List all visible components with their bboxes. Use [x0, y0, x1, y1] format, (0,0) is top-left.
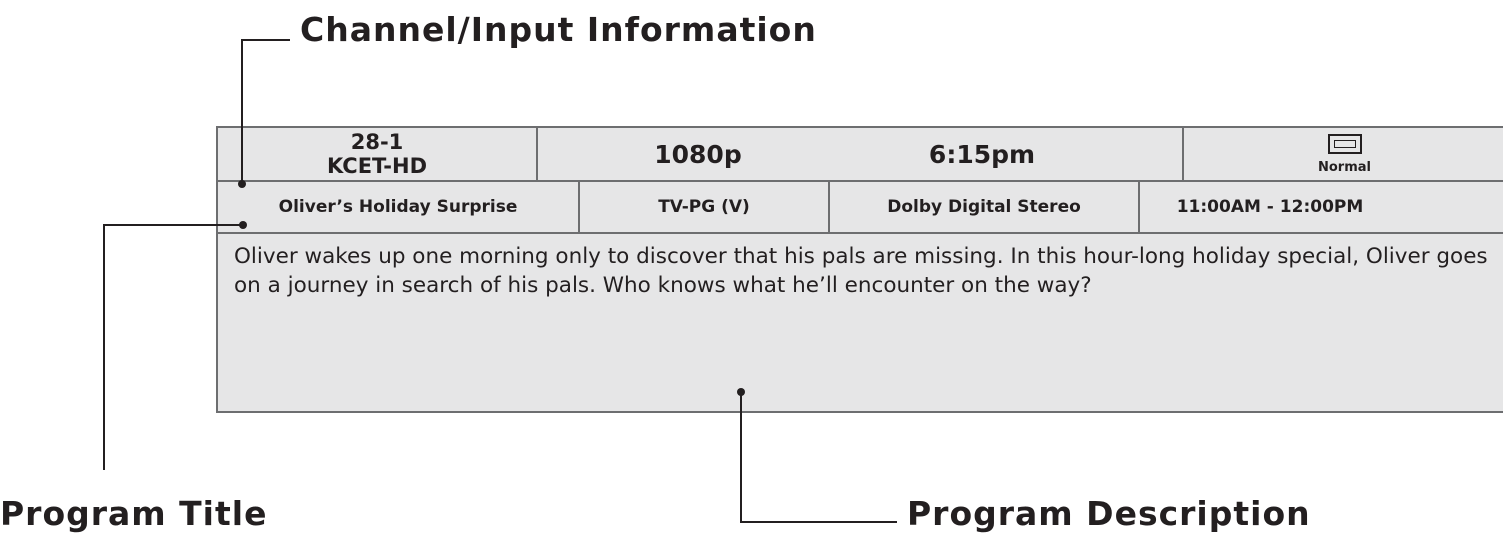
program-description-text: Oliver wakes up one morning only to disc… — [234, 244, 1488, 298]
channel-callout-line — [241, 39, 290, 41]
channel-cell: 28-1 KCET-HD — [218, 128, 536, 180]
time-slot-text: 11:00AM - 12:00PM — [1176, 197, 1364, 217]
description-callout-dot — [737, 388, 745, 396]
channel-callout-dot — [238, 180, 246, 188]
rating-text: TV-PG (V) — [658, 197, 750, 217]
channel-input-callout-label: Channel/Input Information — [300, 10, 817, 49]
description-callout-line — [740, 393, 742, 523]
current-time-text: 6:15pm — [928, 139, 1036, 169]
program-title-callout-label: Program Title — [0, 494, 268, 533]
program-info-row: Oliver’s Holiday Surprise TV-PG (V) Dolb… — [218, 182, 1503, 234]
channel-info-row: 28-1 KCET-HD 1080p 6:15pm Normal — [218, 128, 1503, 182]
info-banner: 28-1 KCET-HD 1080p 6:15pm Normal Oliver’… — [216, 126, 1503, 413]
divider — [536, 128, 538, 180]
program-title-text: Oliver’s Holiday Surprise — [278, 197, 518, 217]
audio-format-text: Dolby Digital Stereo — [887, 197, 1081, 217]
aspect-ratio-icon — [1327, 133, 1362, 154]
picture-size-label: Normal — [1318, 159, 1371, 175]
title-callout-line — [103, 224, 105, 470]
description-callout-line — [740, 521, 897, 523]
picture-size-cell: Normal — [1184, 128, 1503, 180]
channel-number: 28-1 — [350, 130, 404, 154]
title-callout-dot — [239, 221, 247, 229]
program-description-callout-label: Program Description — [907, 494, 1311, 533]
resolution-text: 1080p — [654, 139, 742, 169]
title-callout-line — [103, 224, 243, 226]
channel-callout-line — [241, 39, 243, 184]
channel-name: KCET-HD — [326, 154, 428, 178]
